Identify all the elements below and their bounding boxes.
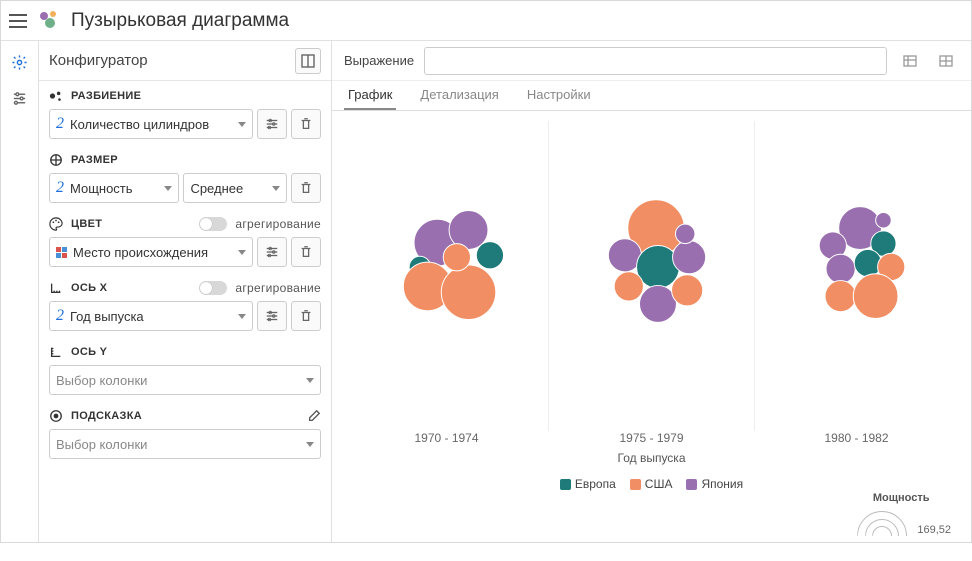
bubble-chart-icon — [37, 7, 61, 34]
bubble[interactable] — [441, 265, 495, 319]
chevron-down-icon — [238, 314, 246, 319]
menu-icon[interactable] — [9, 14, 27, 28]
left-rail — [1, 41, 39, 542]
section-x: ОСЬ X агрегирование — [49, 281, 321, 295]
bubble[interactable] — [853, 274, 898, 319]
axis-y-icon — [49, 345, 63, 359]
size-field-select[interactable]: 2 Мощность — [49, 173, 179, 203]
split-field-select[interactable]: 2 Количество цилиндров — [49, 109, 253, 139]
x-field-select[interactable]: 2 Год выпуска — [49, 301, 253, 331]
legend-item[interactable]: США — [630, 477, 673, 491]
numeric-type-icon: 2 — [56, 115, 64, 133]
x-agg-toggle[interactable] — [199, 281, 227, 295]
split-delete-button[interactable] — [291, 109, 321, 139]
size-legend: Мощность 169,52 — [851, 492, 951, 536]
tab-settings[interactable]: Настройки — [523, 81, 595, 110]
page-title: Пузырьковая диаграмма — [71, 10, 289, 32]
chevron-down-icon — [306, 442, 314, 447]
legend-item[interactable]: Европа — [560, 477, 616, 491]
section-color: ЦВЕТ агрегирование — [49, 217, 321, 231]
expression-label: Выражение — [344, 53, 414, 68]
bubble[interactable] — [615, 272, 644, 301]
tabs: График Детализация Настройки — [332, 81, 971, 111]
section-size: РАЗМЕР — [49, 153, 321, 167]
toolbar-button-2[interactable] — [933, 48, 959, 74]
main-area: Выражение График Детализация Настройки 1… — [332, 41, 971, 542]
expression-input[interactable] — [424, 47, 887, 75]
bubble[interactable] — [826, 254, 855, 283]
bubble[interactable] — [854, 249, 881, 276]
color-settings-button[interactable] — [257, 237, 287, 267]
x-settings-button[interactable] — [257, 301, 287, 331]
bubble[interactable] — [672, 275, 703, 306]
tooltip-icon — [49, 409, 63, 423]
section-split: РАЗБИЕНИЕ — [49, 89, 321, 103]
x-delete-button[interactable] — [291, 301, 321, 331]
tooltip-field-select[interactable]: Выбор колонки — [49, 429, 321, 459]
axis-x-icon — [49, 281, 63, 295]
filters-tab-icon[interactable] — [7, 85, 33, 111]
chevron-down-icon — [306, 378, 314, 383]
configurator-panel: Конфигуратор РАЗБИЕНИЕ 2 Количество цили… — [39, 41, 332, 542]
tab-chart[interactable]: График — [344, 81, 396, 110]
chevron-down-icon — [238, 250, 246, 255]
split-icon — [49, 89, 63, 103]
bubble[interactable] — [640, 285, 677, 322]
color-agg-toggle[interactable] — [199, 217, 227, 231]
size-agg-select[interactable]: Среднее — [183, 173, 287, 203]
tab-detail[interactable]: Детализация — [416, 81, 502, 110]
chart-panel — [549, 121, 754, 431]
bubble[interactable] — [825, 281, 856, 312]
numeric-type-icon: 2 — [56, 179, 64, 197]
size-delete-button[interactable] — [291, 173, 321, 203]
category-label: 1970 - 1974 — [344, 431, 549, 445]
bubble[interactable] — [443, 244, 470, 271]
configurator-tab-icon[interactable] — [7, 49, 33, 75]
chart-panel — [344, 121, 549, 431]
palette-icon — [49, 217, 63, 231]
y-field-select[interactable]: Выбор колонки — [49, 365, 321, 395]
edit-icon[interactable] — [307, 409, 321, 423]
section-tooltip: ПОДСКАЗКА — [49, 409, 321, 423]
category-label: 1980 - 1982 — [754, 431, 959, 445]
category-label: 1975 - 1979 — [549, 431, 754, 445]
bubble[interactable] — [676, 224, 695, 243]
chart-panel — [755, 121, 959, 431]
configurator-title: Конфигуратор — [49, 52, 148, 69]
numeric-type-icon: 2 — [56, 307, 64, 325]
bubble[interactable] — [673, 241, 706, 274]
toolbar-button-1[interactable] — [897, 48, 923, 74]
app-header: Пузырьковая диаграмма — [1, 1, 971, 41]
split-settings-button[interactable] — [257, 109, 287, 139]
bubble[interactable] — [875, 212, 891, 228]
category-type-icon — [56, 247, 67, 258]
chart-area: 1970 - 19741975 - 19791980 - 1982 Год вы… — [332, 111, 971, 542]
section-y: ОСЬ Y — [49, 345, 321, 359]
color-legend: Европа США Япония — [344, 477, 959, 491]
color-field-select[interactable]: Место происхождения — [49, 237, 253, 267]
bubble[interactable] — [476, 242, 503, 269]
legend-item[interactable]: Япония — [686, 477, 743, 491]
layout-toggle-icon[interactable] — [295, 48, 321, 74]
chevron-down-icon — [272, 186, 280, 191]
chevron-down-icon — [164, 186, 172, 191]
x-axis-title: Год выпуска — [344, 451, 959, 465]
size-icon — [49, 153, 63, 167]
color-delete-button[interactable] — [291, 237, 321, 267]
chevron-down-icon — [238, 122, 246, 127]
